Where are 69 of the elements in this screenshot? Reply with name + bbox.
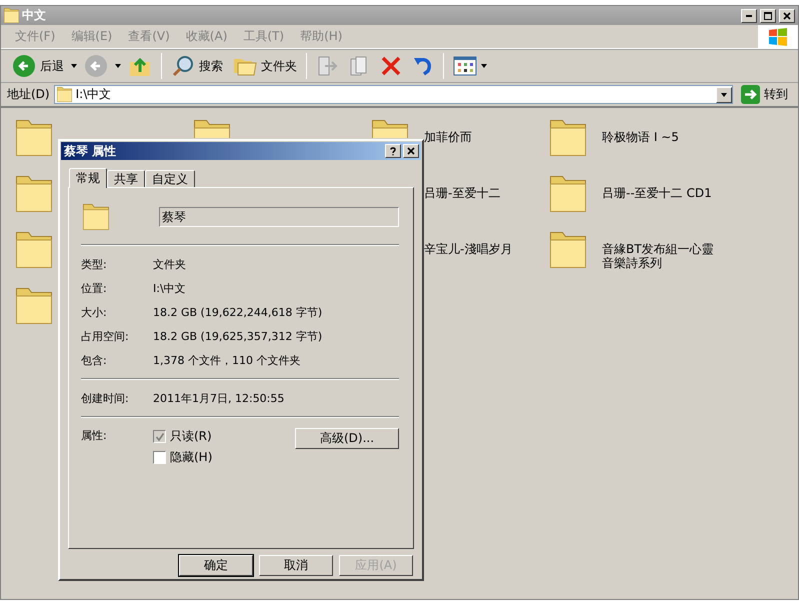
folder-name[interactable]: 音緣BT发布組一心靈音樂詩系列	[602, 242, 717, 270]
folder-name[interactable]: 辛宝儿-淺唱岁月	[424, 242, 539, 256]
minimize-button[interactable]	[741, 8, 757, 22]
document-arrow-icon	[316, 55, 338, 77]
folder-icon	[56, 87, 72, 102]
folder-icon	[83, 204, 109, 230]
tab[interactable]: 自定义	[145, 170, 195, 187]
name-field[interactable]: 蔡琴	[159, 207, 399, 227]
property-label: 类型:	[81, 256, 108, 272]
property-label: 包含:	[81, 352, 108, 368]
attributes-label: 属性:	[81, 428, 108, 444]
question-mark-icon	[388, 146, 398, 156]
property-value: 2011年1月7日, 12:50:55	[153, 390, 286, 406]
tab[interactable]: 共享	[107, 170, 145, 187]
caret-icon	[71, 64, 77, 68]
folder-icon	[16, 288, 52, 324]
folders-button[interactable]: 文件夹	[230, 51, 300, 81]
cross-icon	[380, 55, 402, 77]
caret-icon	[115, 64, 121, 68]
undo-icon	[412, 55, 434, 77]
dropdown-button[interactable]	[716, 86, 732, 102]
folder-icon	[4, 8, 19, 23]
folder-name[interactable]: 聆极物语 I ~5	[602, 130, 717, 144]
dialog-button[interactable]: 取消	[259, 555, 333, 576]
caret-icon	[481, 64, 487, 68]
address-field[interactable]: I:\中文	[54, 85, 733, 104]
property-value: 1,378 个文件，110 个文件夹	[153, 352, 302, 368]
search-icon	[171, 54, 195, 78]
property-label: 创建时间:	[81, 390, 130, 406]
help-button[interactable]	[385, 144, 401, 158]
property-value: 文件夹	[153, 256, 187, 272]
flag-logo-icon	[768, 28, 788, 46]
attribute-checkbox[interactable]: 隐藏(H)	[153, 449, 295, 466]
address-label: 地址(D)	[7, 86, 50, 103]
folder-icon	[372, 120, 408, 138]
dialog-button[interactable]: 确定	[179, 555, 253, 576]
back-button[interactable]: 后退	[9, 51, 67, 81]
property-label: 位置:	[81, 280, 108, 296]
property-label: 大小:	[81, 304, 108, 320]
folder-icon	[16, 120, 52, 156]
property-value: I:\中文	[153, 280, 187, 296]
grid-view-icon	[453, 56, 477, 76]
folder-icon	[550, 232, 586, 268]
folder-icon	[550, 120, 586, 156]
go-button[interactable]: 转到	[737, 85, 792, 104]
maximize-button[interactable]	[760, 8, 776, 22]
advanced-button[interactable]: 高级(D)...	[295, 428, 399, 449]
close-button[interactable]	[403, 144, 419, 158]
dialog-title: 蔡琴 属性	[64, 142, 118, 160]
folder-icon	[550, 176, 586, 212]
folder-name[interactable]: 吕珊--至爱十二 CD1	[602, 186, 717, 200]
property-label: 占用空间:	[81, 328, 130, 344]
folder-icon	[16, 176, 52, 212]
folder-name[interactable]: 吕珊-至爱十二	[424, 186, 539, 200]
folder-icon	[194, 120, 230, 138]
tab[interactable]: 常规	[69, 168, 107, 188]
property-value: 18.2 GB (19,625,357,312 字节)	[153, 328, 324, 344]
folder-name[interactable]: 加菲价而	[424, 130, 539, 144]
maximize-icon	[763, 10, 773, 20]
close-button[interactable]	[779, 8, 795, 22]
folder-icon	[16, 232, 52, 268]
window-title: 中文	[22, 7, 47, 24]
check-icon	[154, 432, 164, 442]
property-value: 18.2 GB (19,622,244,618 字节)	[153, 304, 324, 320]
close-icon	[406, 146, 416, 156]
checkbox[interactable]	[153, 451, 166, 464]
search-button[interactable]: 搜索	[168, 51, 226, 81]
close-icon	[782, 10, 792, 20]
address-path: I:\中文	[76, 86, 112, 103]
